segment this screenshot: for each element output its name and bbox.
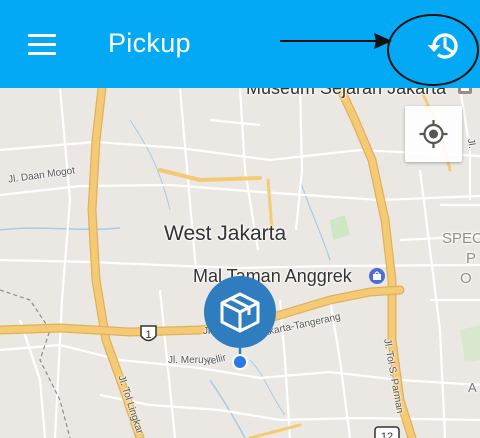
hamburger-menu-button[interactable] <box>28 34 56 56</box>
hamburger-menu-icon-line <box>28 52 56 55</box>
road-label-fragment-jl: Jl. <box>464 137 478 150</box>
app-screen: 1 12 Museum Sejarah Jakarta West Jakarta… <box>0 0 480 438</box>
pickup-location-marker[interactable] <box>204 276 276 371</box>
svg-text:1: 1 <box>145 329 151 341</box>
shopping-poi-icon <box>369 268 385 284</box>
hamburger-menu-icon-line <box>28 43 56 46</box>
area-label-fragment-spec: SPEC <box>442 230 480 247</box>
history-icon <box>427 33 458 59</box>
app-bar: Pickup <box>0 0 480 88</box>
hamburger-menu-icon <box>28 34 56 37</box>
area-label-fragment-a: A <box>468 380 477 395</box>
route-12-shield: 12 <box>374 426 400 438</box>
route-1-shield: 1 <box>140 325 157 342</box>
area-label-west-jakarta: West Jakarta <box>164 222 287 245</box>
page-title: Pickup <box>108 28 191 58</box>
area-label-fragment-o: O <box>460 270 472 287</box>
svg-text:12: 12 <box>381 431 393 438</box>
area-label-fragment-p: P <box>466 250 477 267</box>
history-button[interactable] <box>422 26 466 66</box>
my-location-icon <box>419 120 448 148</box>
my-location-button[interactable] <box>405 106 462 162</box>
